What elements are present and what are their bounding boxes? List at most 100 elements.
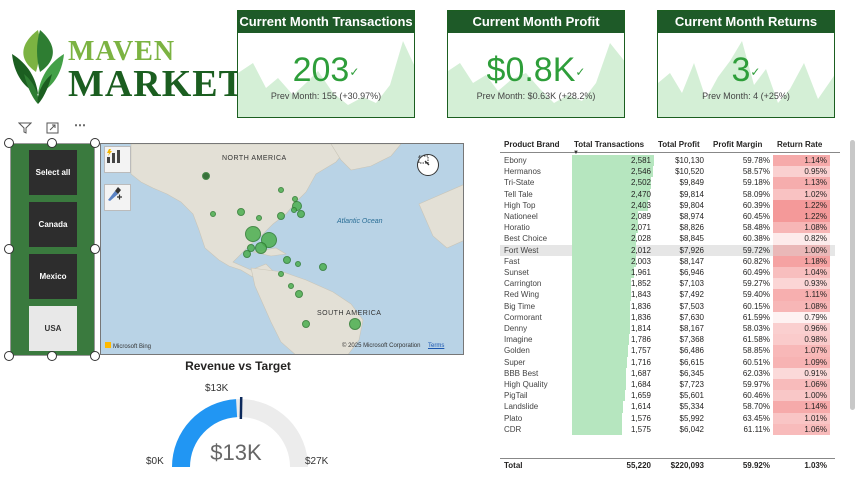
cell-transactions: 1,852	[630, 279, 651, 289]
table-row[interactable]: Golden 1,757 $6,486 58.85% 1.07%	[500, 345, 835, 357]
table-row[interactable]: Landslide 1,614 $5,334 58.70% 1.14%	[500, 401, 835, 413]
resize-handle[interactable]	[47, 351, 57, 361]
resize-handle[interactable]	[90, 244, 100, 254]
cell-margin: 58.85%	[742, 346, 770, 356]
table-row[interactable]: Horatio 2,071 $8,826 58.48% 1.08%	[500, 222, 835, 234]
table-row[interactable]: Denny 1,814 $8,167 58.03% 0.96%	[500, 323, 835, 335]
col-header-return-rate[interactable]: Return Rate	[777, 140, 822, 149]
kpi-card-returns[interactable]: Current Month Returns 3✓ Prev Month: 4 (…	[657, 10, 835, 118]
map-bubble[interactable]	[302, 320, 310, 328]
table-row[interactable]: Tri-State 2,502 $9,849 59.18% 1.13%	[500, 177, 835, 189]
cell-return-rate: 1.13%	[773, 177, 830, 189]
table-row[interactable]: Ebony 2,581 $10,130 59.78% 1.14%	[500, 155, 835, 167]
table-row[interactable]: Plato 1,576 $5,992 63.45% 1.01%	[500, 412, 835, 424]
bar-chart-lightning-icon	[107, 149, 120, 163]
table-row[interactable]: Fast 2,003 $8,147 60.82% 1.18%	[500, 255, 835, 267]
cell-margin: 60.82%	[742, 256, 770, 266]
resize-handle[interactable]	[47, 138, 57, 148]
map-bubble[interactable]	[349, 318, 361, 330]
table-row[interactable]: Nationeel 2,089 $8,974 60.45% 1.22%	[500, 211, 835, 223]
map-bubble[interactable]	[237, 208, 245, 216]
table-row[interactable]: CDR 1,575 $6,042 61.11% 1.06%	[500, 423, 835, 435]
table-scrollbar[interactable]	[850, 140, 855, 410]
cell-transactions: 1,576	[630, 413, 651, 423]
cell-return-rate: 0.98%	[773, 334, 830, 346]
table-row[interactable]: Fort West 2,012 $7,926 59.72% 1.00%	[500, 244, 835, 256]
resize-handle[interactable]	[90, 138, 100, 148]
cell-return-rate: 0.91%	[773, 367, 830, 379]
filter-icon[interactable]	[17, 122, 33, 137]
sales-map[interactable]: NORTH AMERICA SOUTH AMERICA Atlantic Oce…	[100, 143, 464, 355]
slicer-option-select-all[interactable]: Select all	[29, 150, 77, 195]
map-edit-button[interactable]	[104, 184, 131, 211]
cell-margin: 60.46%	[742, 391, 770, 401]
cell-brand: Tell Tale	[504, 189, 533, 199]
resize-handle[interactable]	[4, 138, 14, 148]
map-bubble[interactable]	[256, 215, 262, 221]
table-row[interactable]: Tell Tale 2,470 $9,814 58.09% 1.02%	[500, 188, 835, 200]
slicer-option-mexico[interactable]: Mexico	[29, 254, 77, 299]
resize-handle[interactable]	[4, 244, 14, 254]
more-options-icon[interactable]: ⋯	[74, 118, 86, 132]
map-bubble[interactable]	[210, 211, 216, 217]
col-header-margin[interactable]: Profit Margin	[713, 140, 762, 149]
table-row[interactable]: Imagine 1,786 $7,368 61.58% 0.98%	[500, 334, 835, 346]
table-row[interactable]: Sunset 1,961 $6,946 60.49% 1.04%	[500, 267, 835, 279]
table-row[interactable]: Cormorant 1,836 $7,630 61.59% 0.79%	[500, 311, 835, 323]
resize-handle[interactable]	[4, 351, 14, 361]
cell-transactions: 1,614	[630, 402, 651, 412]
map-bubble[interactable]	[283, 256, 291, 264]
map-bubble[interactable]	[277, 212, 285, 220]
cell-transactions: 1,836	[630, 312, 651, 322]
cell-transactions: 2,089	[630, 212, 651, 221]
col-header-profit[interactable]: Total Profit	[658, 140, 700, 149]
table-row[interactable]: Big Time 1,836 $7,503 60.15% 1.08%	[500, 300, 835, 312]
table-row[interactable]: Super 1,716 $6,615 60.51% 1.09%	[500, 356, 835, 368]
map-bubble[interactable]	[288, 283, 294, 289]
table-row[interactable]: Best Choice 2,028 $8,845 60.38% 0.82%	[500, 233, 835, 245]
gauge-title: Revenue vs Target	[185, 359, 291, 373]
table-row[interactable]: PigTail 1,659 $5,601 60.46% 1.00%	[500, 390, 835, 402]
map-bubble[interactable]	[295, 290, 303, 298]
col-header-brand[interactable]: Product Brand	[504, 140, 560, 149]
map-bubble[interactable]	[245, 226, 261, 242]
kpi-prev-month: Prev Month: 4 (+25%)	[702, 91, 790, 101]
kpi-card-transactions[interactable]: Current Month Transactions 203✓ Prev Mon…	[237, 10, 415, 118]
table-row[interactable]: Carrington 1,852 $7,103 59.27% 0.93%	[500, 278, 835, 290]
map-bubble[interactable]	[278, 271, 284, 277]
cell-profit: $7,723	[679, 380, 704, 389]
map-bubble[interactable]	[295, 261, 301, 267]
cell-brand: Horatio	[504, 223, 530, 233]
map-bubble[interactable]	[255, 242, 267, 254]
kpi-value: 3✓	[658, 51, 834, 90]
map-bubble[interactable]	[243, 250, 251, 258]
cell-profit: $8,974	[679, 212, 704, 221]
map-bubble[interactable]	[297, 210, 305, 218]
total-label: Total	[504, 461, 523, 470]
map-explore-button[interactable]	[104, 146, 131, 173]
map-bubble[interactable]	[278, 187, 284, 193]
cell-profit: $10,520	[675, 167, 704, 177]
map-terms-link[interactable]: Terms	[428, 343, 444, 349]
table-row[interactable]: High Top 2,403 $9,804 60.39% 1.22%	[500, 199, 835, 211]
map-bubble[interactable]	[319, 263, 327, 271]
kpi-value: $0.8K✓	[448, 51, 624, 90]
slicer-option-canada[interactable]: Canada	[29, 202, 77, 247]
cell-profit: $8,826	[679, 223, 704, 233]
table-row[interactable]: Hermanos 2,546 $10,520 58.57% 0.95%	[500, 166, 835, 178]
map-bubble[interactable]	[291, 207, 297, 213]
table-row[interactable]: High Quality 1,684 $7,723 59.97% 1.06%	[500, 379, 835, 391]
map-bubble[interactable]	[202, 172, 210, 180]
map-lasso-select-button[interactable]	[417, 154, 439, 176]
cell-return-rate: 1.00%	[773, 390, 830, 402]
slicer-option-usa[interactable]: USA	[29, 306, 77, 351]
total-return-rate: 1.03%	[804, 461, 827, 470]
table-row[interactable]: BBB Best 1,687 $6,345 62.03% 0.91%	[500, 367, 835, 379]
cell-return-rate: 1.00%	[773, 244, 830, 256]
kpi-title: Current Month Transactions	[238, 11, 414, 33]
kpi-card-profit[interactable]: Current Month Profit $0.8K✓ Prev Month: …	[447, 10, 625, 118]
table-row[interactable]: Red Wing 1,843 $7,492 59.40% 1.11%	[500, 289, 835, 301]
col-header-transactions[interactable]: Total Transactions	[574, 140, 644, 149]
resize-handle[interactable]	[90, 351, 100, 361]
focus-mode-icon[interactable]	[46, 122, 59, 137]
